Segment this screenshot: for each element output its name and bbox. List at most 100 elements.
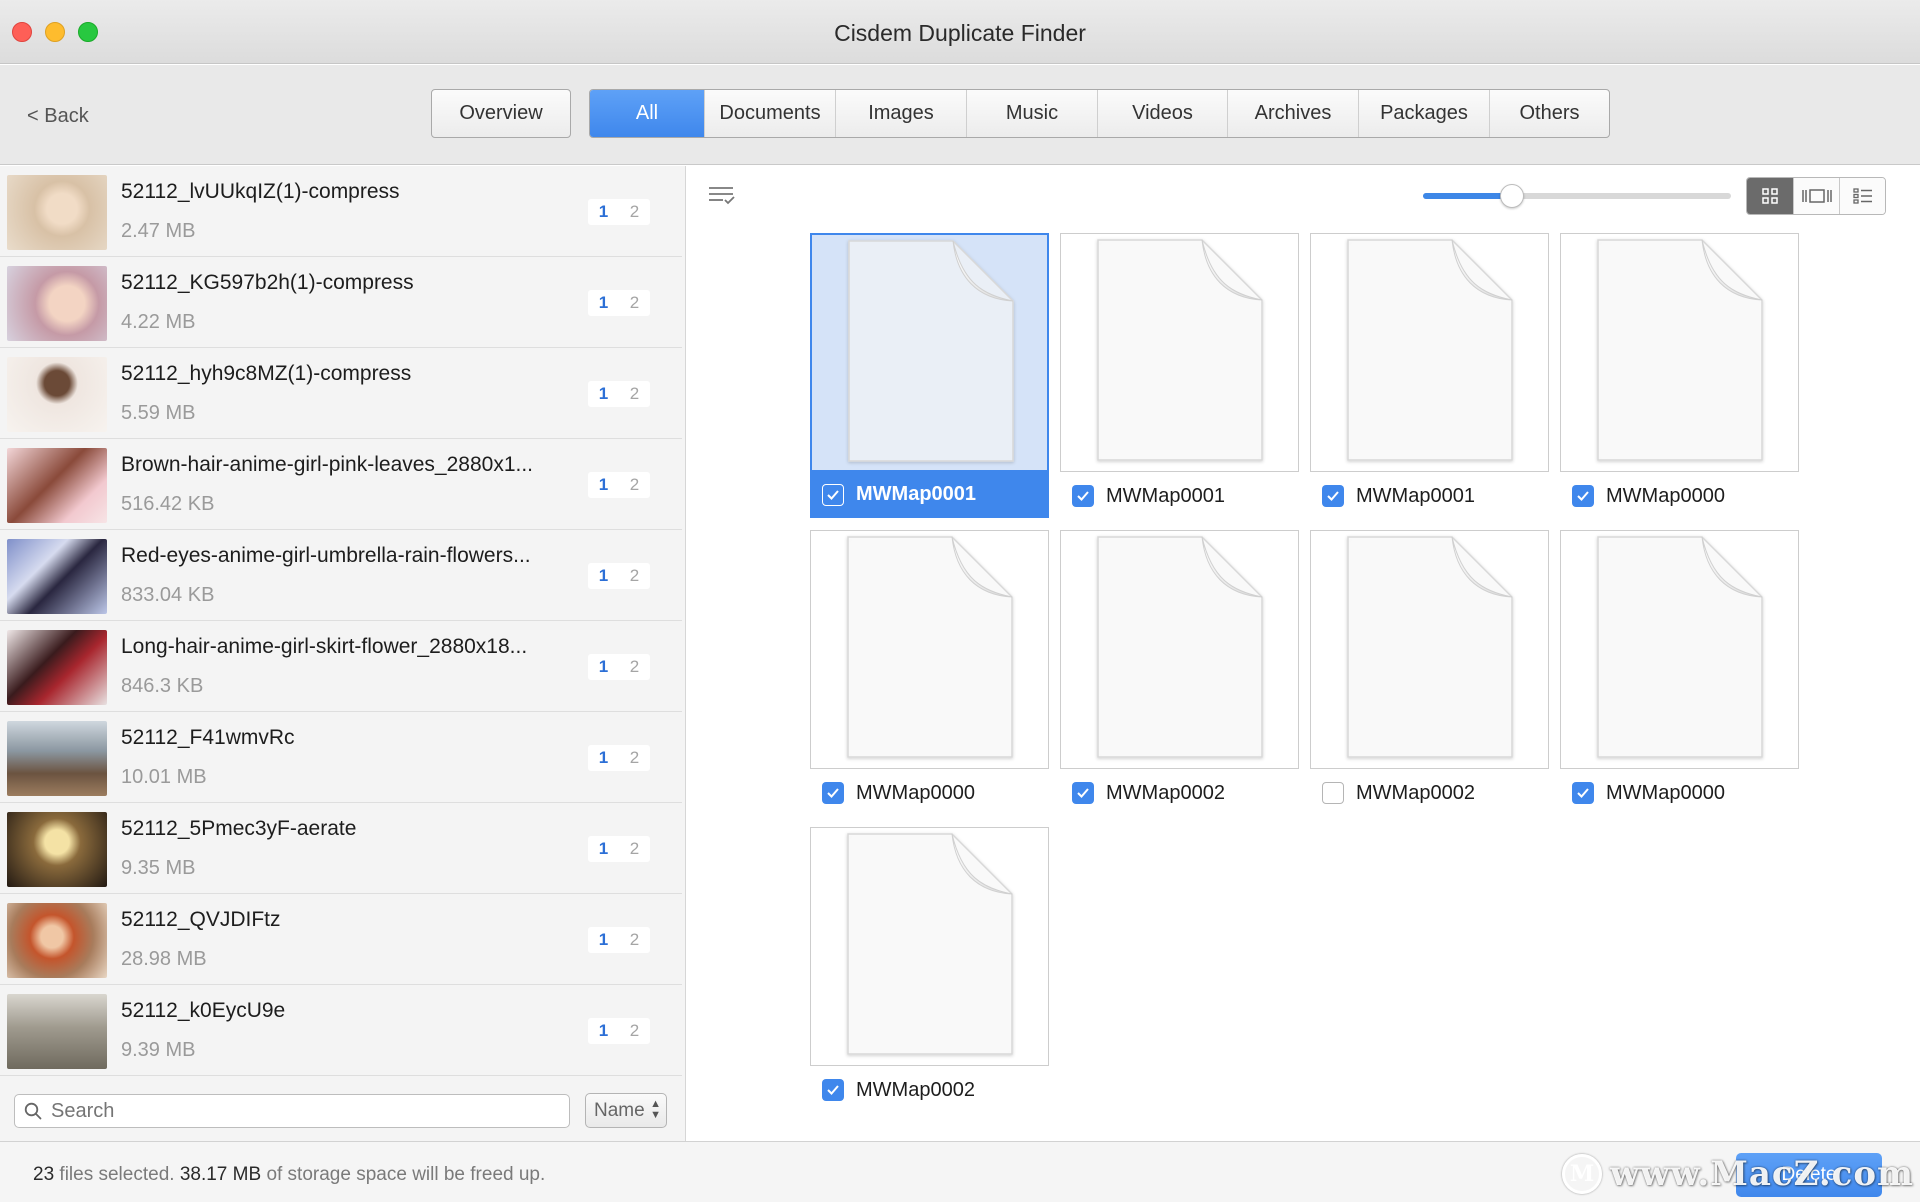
overview-button[interactable]: Overview xyxy=(431,89,571,138)
watermark-logo-icon: M xyxy=(1562,1154,1602,1194)
file-card-label[interactable]: MWMap0001 xyxy=(810,471,1049,518)
tab-archives[interactable]: Archives xyxy=(1227,90,1358,137)
thumbnail-size-slider[interactable] xyxy=(1423,184,1731,208)
duplicate-count-badge: 12 xyxy=(588,927,650,953)
file-card-label[interactable]: MWMap0000 xyxy=(810,770,1049,816)
filmstrip-view-button[interactable] xyxy=(1793,178,1839,214)
badge-second: 2 xyxy=(629,930,640,949)
file-card-label[interactable]: MWMap0001 xyxy=(1310,473,1549,519)
file-thumbnail xyxy=(7,903,107,978)
file-card-label[interactable]: MWMap0002 xyxy=(810,1067,1049,1113)
document-icon xyxy=(1094,236,1266,466)
badge-second: 2 xyxy=(629,839,640,858)
file-card-name: MWMap0000 xyxy=(856,781,975,804)
file-checkbox[interactable] xyxy=(822,483,844,506)
list-item[interactable]: 52112_k0EycU9e 9.39 MB 12 xyxy=(0,985,682,1076)
view-mode-switch xyxy=(1746,177,1886,215)
file-card[interactable] xyxy=(810,827,1049,1066)
list-item[interactable]: Long-hair-anime-girl-skirt-flower_2880x1… xyxy=(0,621,682,712)
file-card[interactable] xyxy=(1560,233,1799,472)
file-thumbnail xyxy=(7,630,107,705)
file-card[interactable] xyxy=(1060,530,1299,769)
toolbar: < Back Overview All Documents Images Mus… xyxy=(0,65,1920,165)
grid-view-button[interactable] xyxy=(1747,178,1793,214)
file-thumbnail xyxy=(7,994,107,1069)
file-name: Brown-hair-anime-girl-pink-leaves_2880x1… xyxy=(121,453,534,476)
file-size: 846.3 KB xyxy=(121,675,204,697)
file-name: 52112_QVJDIFtz xyxy=(121,908,281,931)
file-thumbnail xyxy=(7,357,107,432)
file-card[interactable] xyxy=(1060,233,1299,472)
tab-all[interactable]: All xyxy=(590,90,704,137)
file-card[interactable] xyxy=(1560,530,1799,769)
list-item[interactable]: Brown-hair-anime-girl-pink-leaves_2880x1… xyxy=(0,439,682,530)
file-card[interactable] xyxy=(810,233,1049,472)
badge-first: 1 xyxy=(598,202,609,221)
file-checkbox[interactable] xyxy=(1572,782,1594,804)
duplicate-groups-list[interactable]: 52112_lvUUkqIZ(1)-compress 2.47 MB 12 52… xyxy=(0,166,685,1076)
file-name: 52112_hyh9c8MZ(1)-compress xyxy=(121,362,412,385)
file-name: 52112_k0EycU9e xyxy=(121,999,286,1022)
list-item[interactable]: 52112_QVJDIFtz 28.98 MB 12 xyxy=(0,894,682,985)
tab-images[interactable]: Images xyxy=(835,90,966,137)
file-card-label[interactable]: MWMap0002 xyxy=(1060,770,1299,816)
search-field[interactable] xyxy=(14,1094,570,1128)
tab-documents[interactable]: Documents xyxy=(704,90,835,137)
file-card-label[interactable]: MWMap0001 xyxy=(1060,473,1299,519)
file-card[interactable] xyxy=(1310,530,1549,769)
file-card-label[interactable]: MWMap0000 xyxy=(1560,770,1799,816)
slider-knob[interactable] xyxy=(1499,184,1524,208)
sort-select[interactable]: Name ▲ ▼ xyxy=(585,1093,667,1128)
file-card-name: MWMap0002 xyxy=(1106,781,1225,804)
file-preview-panel: MWMap0001 MWMap0001 MWMap0001 MWMap0000 … xyxy=(687,166,1920,1141)
list-view-button[interactable] xyxy=(1839,178,1885,214)
file-card-name: MWMap0002 xyxy=(856,1078,975,1101)
file-card-label[interactable]: MWMap0000 xyxy=(1560,473,1799,519)
list-item[interactable]: 52112_5Pmec3yF-aerate 9.35 MB 12 xyxy=(0,803,682,894)
tab-music[interactable]: Music xyxy=(966,90,1097,137)
badge-second: 2 xyxy=(629,293,640,312)
file-checkbox[interactable] xyxy=(1322,485,1344,507)
list-item[interactable]: 52112_KG597b2h(1)-compress 4.22 MB 12 xyxy=(0,257,682,348)
checkmark-icon xyxy=(1077,788,1089,798)
file-checkbox[interactable] xyxy=(822,1079,844,1101)
file-card[interactable] xyxy=(1310,233,1549,472)
file-name: Long-hair-anime-girl-skirt-flower_2880x1… xyxy=(121,635,528,658)
file-card[interactable] xyxy=(810,530,1049,769)
list-item[interactable]: 52112_hyh9c8MZ(1)-compress 5.59 MB 12 xyxy=(0,348,682,439)
freed-size-suffix: of storage space will be freed up. xyxy=(266,1164,546,1185)
badge-first: 1 xyxy=(598,839,609,858)
tab-packages[interactable]: Packages xyxy=(1358,90,1489,137)
tab-videos[interactable]: Videos xyxy=(1097,90,1227,137)
duplicate-count-badge: 12 xyxy=(588,290,650,316)
duplicate-groups-panel: 52112_lvUUkqIZ(1)-compress 2.47 MB 12 52… xyxy=(0,166,686,1141)
list-item[interactable]: 52112_F41wmvRc 10.01 MB 12 xyxy=(0,712,682,803)
file-card-name: MWMap0000 xyxy=(1606,484,1725,507)
preview-toolbar xyxy=(687,166,1920,226)
slider-fill xyxy=(1423,193,1512,199)
back-button[interactable]: < Back xyxy=(27,105,89,128)
tab-others[interactable]: Others xyxy=(1489,90,1609,137)
badge-first: 1 xyxy=(598,1021,609,1040)
file-name: 52112_lvUUkqIZ(1)-compress xyxy=(121,180,400,203)
file-checkbox[interactable] xyxy=(822,782,844,804)
file-card-label[interactable]: MWMap0002 xyxy=(1310,770,1549,816)
document-icon xyxy=(1594,236,1766,466)
duplicate-count-badge: 12 xyxy=(588,381,650,407)
list-item[interactable]: Red-eyes-anime-girl-umbrella-rain-flower… xyxy=(0,530,682,621)
sort-value: Name xyxy=(594,1099,645,1121)
list-item[interactable]: 52112_lvUUkqIZ(1)-compress 2.47 MB 12 xyxy=(0,166,682,257)
file-checkbox[interactable] xyxy=(1572,485,1594,507)
duplicate-count-badge: 12 xyxy=(588,745,650,771)
search-input[interactable] xyxy=(51,1097,561,1125)
file-checkbox[interactable] xyxy=(1072,485,1094,507)
updown-arrows-icon: ▲ ▼ xyxy=(650,1098,661,1121)
file-name: 52112_F41wmvRc xyxy=(121,726,295,749)
file-checkbox[interactable] xyxy=(1072,782,1094,804)
badge-second: 2 xyxy=(629,202,640,221)
duplicate-count-badge: 12 xyxy=(588,199,650,225)
file-checkbox[interactable] xyxy=(1322,782,1344,804)
checkmark-icon xyxy=(827,489,839,500)
search-icon xyxy=(24,1102,42,1120)
select-rule-icon[interactable] xyxy=(707,184,737,208)
